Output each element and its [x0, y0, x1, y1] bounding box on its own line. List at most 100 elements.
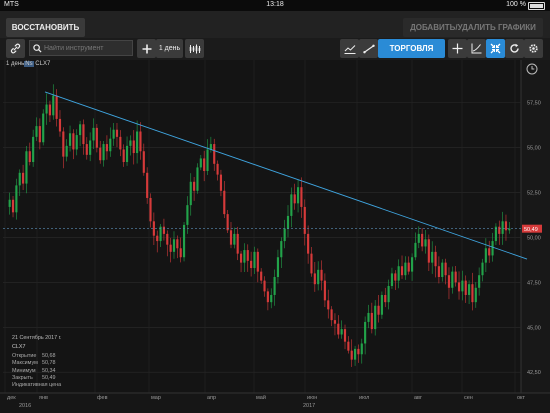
- candle-body: [196, 167, 199, 191]
- candle-body: [303, 206, 306, 234]
- candle-body: [357, 348, 360, 355]
- info-row-close: Закрыть 50,49: [12, 375, 56, 382]
- candle-body: [471, 284, 474, 303]
- candle-body: [18, 172, 21, 186]
- price-chart[interactable]: дек янв фев мар апр май июн июл авг сен окт 2016 201…: [0, 0, 550, 413]
- candle-body: [22, 172, 25, 184]
- candle-body: [444, 262, 447, 276]
- candle-body: [253, 251, 256, 269]
- candle-body: [82, 124, 85, 145]
- candle-body: [38, 126, 41, 143]
- candle-body: [35, 126, 38, 137]
- candle-body: [273, 277, 276, 295]
- candle-body: [193, 181, 196, 191]
- candle-body: [203, 158, 206, 172]
- candle-body: [48, 104, 51, 116]
- candle-body: [149, 197, 152, 222]
- candle-body: [52, 95, 55, 116]
- candle-body: [414, 242, 417, 258]
- price-tick-label: 45,00: [527, 325, 541, 331]
- candle-body: [169, 244, 172, 252]
- candle-body: [350, 350, 353, 360]
- candle-body: [380, 294, 383, 315]
- candle-body: [320, 269, 323, 281]
- candle-body: [206, 149, 209, 172]
- price-tick-label: 47,50: [527, 280, 541, 286]
- month-label: сен: [464, 395, 473, 401]
- candle-body: [370, 312, 373, 330]
- candle-body: [337, 323, 340, 335]
- clock-button[interactable]: [526, 62, 538, 75]
- candle-body: [243, 250, 246, 263]
- candle-body: [146, 172, 149, 198]
- candle-body: [122, 149, 125, 163]
- candle-body: [327, 300, 330, 310]
- info-date: 21 Сентябрь 2017 г.: [12, 335, 62, 341]
- price-tick-label: 50,00: [527, 235, 541, 241]
- candle-body: [42, 113, 45, 143]
- candle-body: [176, 239, 179, 249]
- candle-body: [263, 280, 266, 292]
- candle-body: [411, 257, 414, 272]
- candle-body: [260, 271, 263, 281]
- candle-body: [219, 174, 223, 191]
- candle-body: [457, 282, 461, 292]
- candle-body: [427, 239, 430, 263]
- candle-body: [390, 273, 394, 286]
- price-tick-label: 42,50: [527, 370, 541, 376]
- month-label: мар: [151, 395, 161, 401]
- info-row-open: Открытие 50,68: [12, 352, 56, 359]
- month-label: апр: [207, 395, 216, 401]
- candle-body: [400, 266, 404, 276]
- info-symbol: CLX7: [12, 344, 26, 351]
- candle-body: [72, 133, 75, 150]
- candle-body: [182, 224, 186, 258]
- candle-body: [387, 285, 390, 303]
- candle-body: [404, 262, 407, 276]
- candle-body: [461, 280, 464, 292]
- candle-body: [488, 248, 491, 256]
- candle-body: [132, 140, 135, 154]
- candle-body: [481, 262, 484, 276]
- month-label: янв: [39, 395, 48, 401]
- candle-body: [394, 273, 397, 281]
- candle-body: [62, 131, 65, 157]
- candle-body: [451, 271, 454, 288]
- candle-body: [85, 144, 88, 155]
- candle-body: [8, 199, 11, 207]
- chart-background: [0, 60, 550, 413]
- candle-body: [468, 284, 471, 295]
- candle-body: [236, 233, 239, 254]
- symbol-tag: Ns: [24, 61, 34, 67]
- candle-body: [75, 135, 78, 150]
- candle-body: [491, 241, 494, 256]
- candle-body: [65, 145, 68, 157]
- candle-body: [323, 280, 326, 301]
- price-tick-label: 57,50: [527, 101, 541, 107]
- candle-body: [115, 129, 119, 137]
- price-tick-label: 52,50: [527, 191, 541, 197]
- candle-body: [172, 239, 176, 252]
- candle-body: [317, 269, 320, 285]
- symbol-code: CLX7: [35, 61, 51, 67]
- ohlc-info-panel: 21 Сентябрь 2017 г. CLX7 Открытие 50,68 М…: [12, 335, 61, 390]
- candle-body: [156, 235, 159, 242]
- candle-body: [286, 215, 290, 229]
- month-label: окт: [517, 395, 526, 401]
- candle-body: [307, 233, 310, 254]
- candle-body: [95, 127, 98, 148]
- candle-body: [186, 205, 189, 225]
- candle-body: [68, 133, 72, 146]
- candle-body: [112, 129, 115, 139]
- candle-body: [270, 294, 273, 303]
- candle-body: [142, 151, 145, 173]
- candle-body: [296, 187, 300, 204]
- candle-body: [15, 185, 18, 213]
- month-label: июл: [359, 395, 369, 401]
- candle-body: [166, 233, 169, 245]
- candle-body: [102, 144, 105, 161]
- candle-body: [421, 233, 424, 247]
- candle-body: [189, 181, 192, 206]
- candle-body: [283, 228, 286, 242]
- candle-body: [226, 214, 229, 231]
